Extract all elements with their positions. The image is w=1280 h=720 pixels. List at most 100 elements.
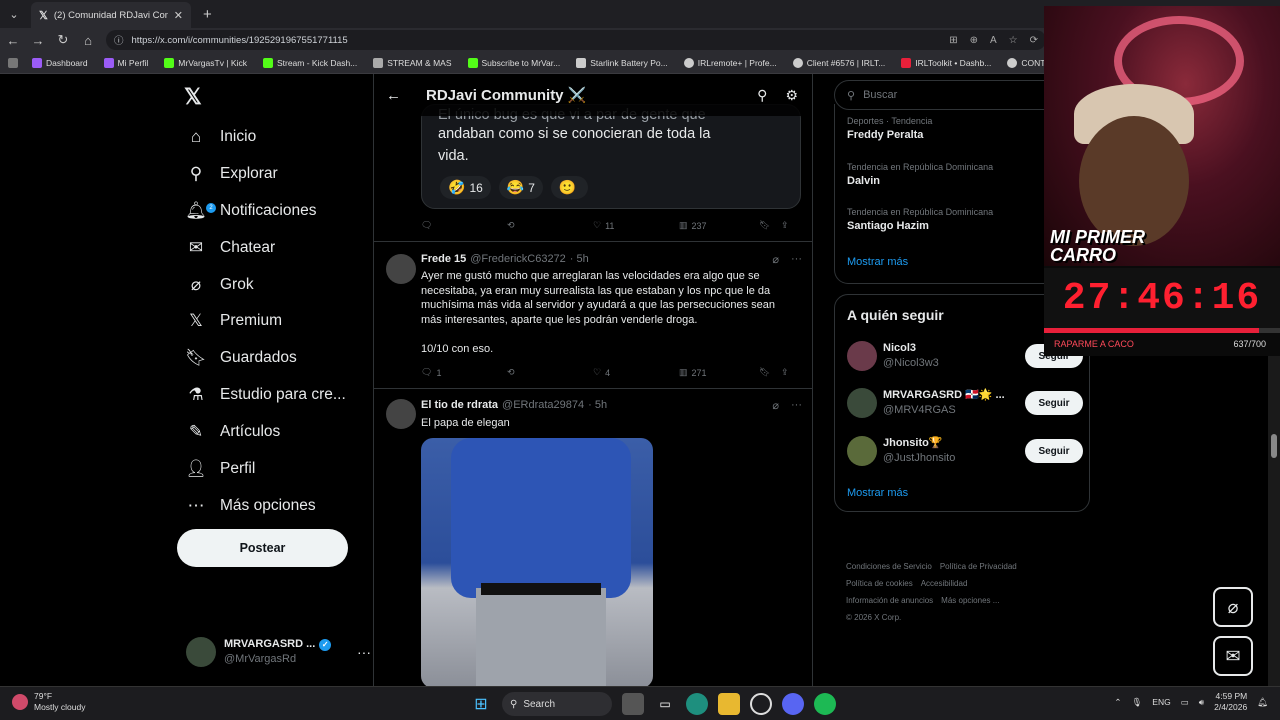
account-switcher[interactable]: MRVARGASRD ... ✓ @MrVargasRd ··· [186, 632, 371, 672]
views-button[interactable]: ▥ 237 [679, 220, 759, 231]
post-media-image[interactable] [421, 438, 653, 686]
favorite-icon[interactable]: ☆ [1009, 35, 1018, 46]
weather-widget[interactable]: 79°F Mostly cloudy [12, 691, 86, 713]
post-button[interactable]: Postear [177, 529, 348, 567]
new-tab-icon[interactable]: + [203, 6, 212, 23]
discord-icon[interactable] [782, 693, 804, 715]
share-button[interactable]: ⇪ [781, 220, 789, 231]
x-home-logo-icon[interactable]: 𝕏 [184, 84, 202, 110]
like-button[interactable]: ♡ 4 [593, 367, 679, 378]
reaction[interactable]: 🤣 16 [440, 176, 491, 199]
network-icon[interactable]: ▭ [1181, 697, 1189, 708]
nav-item-grok[interactable]: ⌀ Grok [186, 270, 254, 300]
bookmark[interactable]: Mi Perfil [96, 57, 157, 68]
site-info-icon[interactable]: ⓘ [114, 33, 124, 47]
post-time[interactable]: · 5h [588, 399, 607, 411]
home-browser-icon[interactable]: ⌂ [76, 33, 100, 48]
url-bar[interactable]: ⓘ https://x.com/i/communities/1925291967… [106, 30, 1046, 50]
nav-item-notificaciones[interactable]: 🔔︎ 2 Notificaciones [185, 196, 316, 226]
gear-icon[interactable]: ⚙ [785, 87, 798, 104]
avatar[interactable] [386, 254, 416, 284]
bookmark[interactable]: Dashboard [24, 57, 96, 68]
edge-icon[interactable] [686, 693, 708, 715]
mic-icon[interactable]: 🎙︎ [1132, 697, 1143, 708]
app-icon[interactable] [750, 693, 772, 715]
refresh-icon[interactable]: ↻ [51, 32, 75, 48]
post[interactable]: Frede 15 @FrederickC63272 · 5h ⌀ ··· Aye… [374, 241, 812, 387]
nav-item-explorar[interactable]: ⚲ Explorar [186, 159, 278, 189]
follow-suggestion[interactable]: Jhonsito🏆 @JustJhonsito Seguir [847, 434, 1083, 468]
game-icon[interactable] [622, 693, 644, 715]
close-tab-icon[interactable]: ✕ [174, 9, 183, 22]
repost-button[interactable]: ⟲ [507, 367, 593, 378]
nav-item-mas-opciones[interactable]: ⋯ Más opciones [186, 491, 316, 521]
follow-button[interactable]: Seguir [1025, 439, 1083, 463]
reading-list-icon[interactable] [8, 57, 18, 68]
views-button[interactable]: ▥ 271 [679, 367, 759, 378]
bookmark[interactable]: IRLremote+ | Profe... [676, 57, 785, 68]
bookmark[interactable]: Client #6576 | IRLT... [785, 57, 894, 68]
volume-icon[interactable]: 🔊︎ [1199, 697, 1204, 708]
post[interactable]: El tio de rdrata @ERdrata29874 · 5h ⌀ ··… [374, 388, 812, 686]
follow-button[interactable]: Seguir [1025, 391, 1083, 415]
nav-item-perfil[interactable]: 👤︎ Perfil [185, 454, 255, 484]
trend-item[interactable]: Deportes · Tendencia Freddy Peralta [847, 116, 932, 141]
explorer-icon[interactable] [718, 693, 740, 715]
follow-suggestion[interactable]: MRVARGASRD 🇩🇴🌟 ... @MRV4RGAS Seguir [847, 386, 1083, 420]
reaction[interactable]: 🙂 [550, 176, 589, 199]
share-button[interactable]: ⇪ [781, 367, 789, 378]
search-icon[interactable]: ⚲ [757, 87, 767, 104]
nav-item-guardados[interactable]: 🔖︎ Guardados [185, 343, 297, 373]
show-more-link[interactable]: Mostrar más [847, 487, 908, 499]
trend-item[interactable]: Tendencia en República Dominicana Santiag… [847, 207, 993, 232]
grok-float-icon[interactable]: ⌀ [1213, 587, 1253, 627]
more-icon[interactable]: ··· [357, 644, 371, 660]
extension-icon[interactable]: ⟳ [1030, 35, 1038, 46]
more-icon[interactable]: ··· [791, 253, 802, 266]
more-icon[interactable]: ··· [791, 399, 802, 412]
messages-float-icon[interactable]: ✉ [1213, 636, 1253, 676]
forward-icon[interactable]: → [26, 33, 50, 48]
bookmark-button[interactable]: 🔖︎ [759, 367, 781, 378]
author-name[interactable]: El tio de rdrata [421, 399, 498, 411]
reply-button[interactable]: 🗨︎ 1 [421, 367, 507, 378]
bookmark[interactable]: IRLToolkit • Dashb... [893, 57, 999, 68]
post-time[interactable]: · 5h [570, 253, 589, 265]
back-icon[interactable]: ← [1, 33, 25, 48]
trend-item[interactable]: Tendencia en República Dominicana Dalvin [847, 162, 993, 187]
browser-tab[interactable]: 𝕏 (2) Comunidad RDJavi Community ✕ [31, 2, 191, 28]
nav-item-estudio[interactable]: ⚗ Estudio para cre... [186, 380, 345, 410]
clock[interactable]: 4:59 PM 2/4/2026 [1214, 691, 1247, 713]
reaction[interactable]: 😂 7 [498, 176, 543, 199]
read-aloud-icon[interactable]: A [990, 35, 997, 46]
spotify-icon[interactable] [814, 693, 836, 715]
bookmark[interactable]: Stream - Kick Dash... [255, 57, 365, 68]
bookmark-button[interactable]: 🔖︎ [759, 220, 781, 231]
reply-button[interactable]: 🗨︎ [421, 220, 507, 231]
app-icon[interactable]: ⊞ [949, 35, 957, 46]
bookmark[interactable]: MrVargasTv | Kick [156, 57, 255, 68]
nav-item-inicio[interactable]: ⌂ Inicio [186, 122, 256, 152]
zoom-icon[interactable]: ⊕ [970, 35, 978, 46]
grok-icon[interactable]: ⌀ [772, 399, 779, 412]
author-name[interactable]: Frede 15 [421, 253, 466, 265]
author-handle[interactable]: @FrederickC63272 [470, 253, 566, 265]
bookmark[interactable]: Subscribe to MrVar... [460, 57, 569, 68]
grok-icon[interactable]: ⌀ [772, 253, 779, 266]
show-more-link[interactable]: Mostrar más [847, 256, 908, 268]
taskbar-search[interactable]: ⚲ Search [502, 692, 612, 716]
task-view-icon[interactable]: ▭ [654, 693, 676, 715]
avatar[interactable] [386, 399, 416, 429]
nav-item-premium[interactable]: 𝕏 Premium [186, 306, 282, 336]
repost-button[interactable]: ⟲ [507, 220, 593, 231]
bookmark[interactable]: Starlink Battery Po... [568, 57, 675, 68]
author-handle[interactable]: @ERdrata29874 [502, 399, 584, 411]
start-icon[interactable]: ⊞ [470, 693, 492, 715]
chevron-up-icon[interactable]: ⌃ [1114, 697, 1121, 708]
like-button[interactable]: ♡ 11 [593, 220, 679, 231]
notification-icon[interactable]: 🔔︎ [1257, 697, 1268, 708]
bookmark[interactable]: STREAM & MAS [365, 57, 459, 68]
tab-list-chevron-icon[interactable]: ⌄ [3, 3, 25, 25]
back-arrow-icon[interactable]: ← [386, 87, 410, 104]
language-indicator[interactable]: ENG [1152, 697, 1170, 707]
